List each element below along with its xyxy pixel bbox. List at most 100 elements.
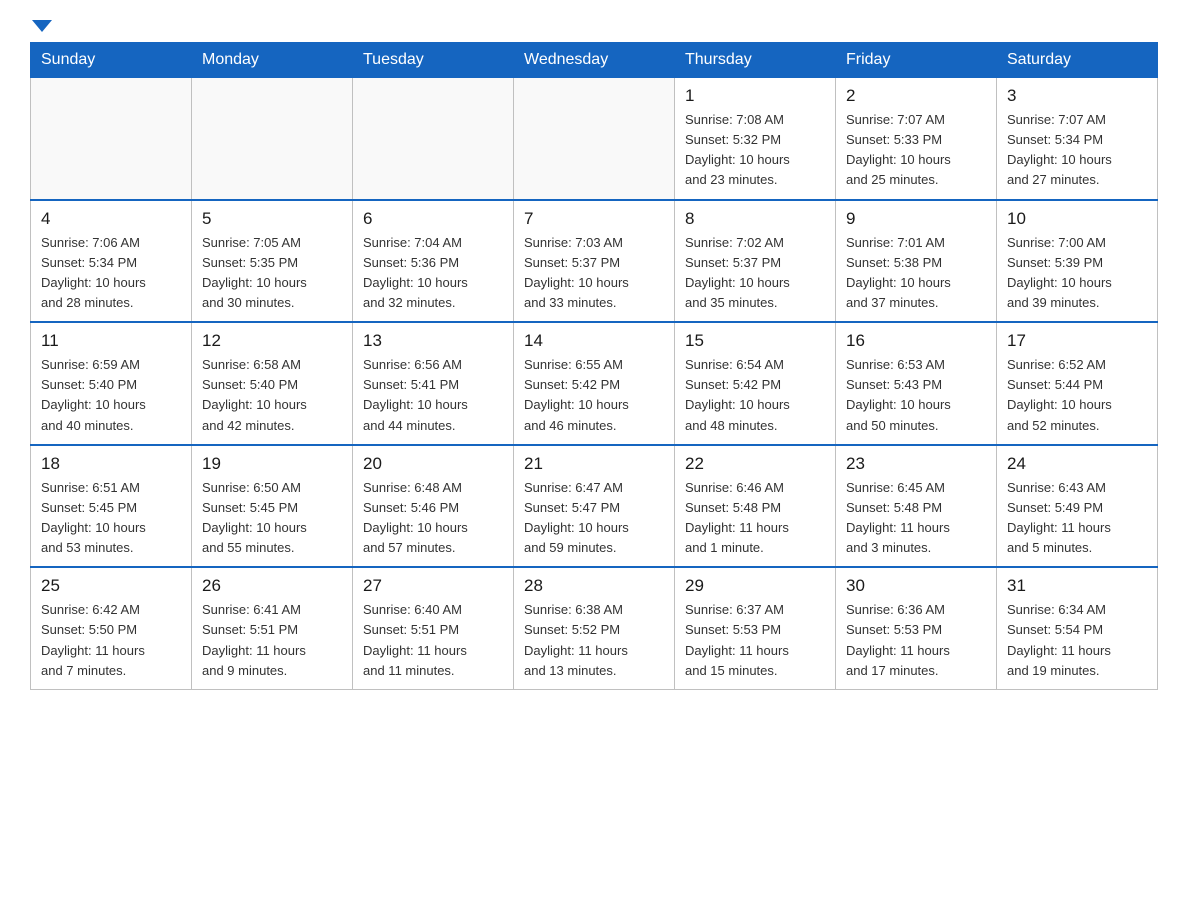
header-friday: Friday: [836, 43, 997, 78]
day-number: 31: [1007, 576, 1147, 596]
day-info: Sunrise: 7:06 AM Sunset: 5:34 PM Dayligh…: [41, 233, 181, 314]
day-info: Sunrise: 7:07 AM Sunset: 5:33 PM Dayligh…: [846, 110, 986, 191]
logo: [30, 20, 52, 32]
calendar-cell: 16 Sunrise: 6:53 AM Sunset: 5:43 PM Dayli…: [836, 322, 997, 445]
calendar-cell: 29 Sunrise: 6:37 AM Sunset: 5:53 PM Dayli…: [675, 567, 836, 689]
day-info: Sunrise: 6:41 AM Sunset: 5:51 PM Dayligh…: [202, 600, 342, 681]
day-number: 28: [524, 576, 664, 596]
calendar-cell: 19Sunrise: 6:50 AM Sunset: 5:45 PM Dayli…: [192, 445, 353, 568]
calendar-cell: 11Sunrise: 6:59 AM Sunset: 5:40 PM Dayli…: [31, 322, 192, 445]
calendar-cell: [31, 78, 192, 200]
calendar-cell: 5Sunrise: 7:05 AM Sunset: 5:35 PM Daylig…: [192, 200, 353, 323]
day-info: Sunrise: 6:59 AM Sunset: 5:40 PM Dayligh…: [41, 355, 181, 436]
header-wednesday: Wednesday: [514, 43, 675, 78]
calendar-cell: 18 Sunrise: 6:51 AM Sunset: 5:45 PM Dayli…: [31, 445, 192, 568]
calendar-cell: 17 Sunrise: 6:52 AM Sunset: 5:44 PM Dayli…: [997, 322, 1158, 445]
day-info: Sunrise: 6:51 AM Sunset: 5:45 PM Dayligh…: [41, 478, 181, 559]
calendar-cell: 25 Sunrise: 6:42 AM Sunset: 5:50 PM Dayli…: [31, 567, 192, 689]
day-number: 14: [524, 331, 664, 351]
calendar-cell: 15Sunrise: 6:54 AM Sunset: 5:42 PM Dayli…: [675, 322, 836, 445]
day-number: 23: [846, 454, 986, 474]
calendar-cell: 10Sunrise: 7:00 AM Sunset: 5:39 PM Dayli…: [997, 200, 1158, 323]
day-info: Sunrise: 7:03 AM Sunset: 5:37 PM Dayligh…: [524, 233, 664, 314]
day-info: Sunrise: 6:42 AM Sunset: 5:50 PM Dayligh…: [41, 600, 181, 681]
day-number: 16: [846, 331, 986, 351]
calendar-cell: 4 Sunrise: 7:06 AM Sunset: 5:34 PM Daylig…: [31, 200, 192, 323]
calendar-cell: 27 Sunrise: 6:40 AM Sunset: 5:51 PM Dayli…: [353, 567, 514, 689]
header-tuesday: Tuesday: [353, 43, 514, 78]
day-info: Sunrise: 6:56 AM Sunset: 5:41 PM Dayligh…: [363, 355, 503, 436]
day-number: 4: [41, 209, 181, 229]
calendar-cell: [192, 78, 353, 200]
day-number: 1: [685, 86, 825, 106]
calendar-cell: 28 Sunrise: 6:38 AM Sunset: 5:52 PM Dayli…: [514, 567, 675, 689]
day-number: 30: [846, 576, 986, 596]
day-info: Sunrise: 6:53 AM Sunset: 5:43 PM Dayligh…: [846, 355, 986, 436]
header-sunday: Sunday: [31, 43, 192, 78]
day-number: 18: [41, 454, 181, 474]
day-number: 22: [685, 454, 825, 474]
day-info: Sunrise: 7:08 AM Sunset: 5:32 PM Dayligh…: [685, 110, 825, 191]
day-number: 6: [363, 209, 503, 229]
calendar-cell: 7 Sunrise: 7:03 AM Sunset: 5:37 PM Daylig…: [514, 200, 675, 323]
day-info: Sunrise: 6:40 AM Sunset: 5:51 PM Dayligh…: [363, 600, 503, 681]
calendar-cell: 20 Sunrise: 6:48 AM Sunset: 5:46 PM Dayli…: [353, 445, 514, 568]
day-info: Sunrise: 6:36 AM Sunset: 5:53 PM Dayligh…: [846, 600, 986, 681]
calendar-header-row: SundayMondayTuesdayWednesdayThursdayFrid…: [31, 43, 1158, 78]
day-number: 12: [202, 331, 342, 351]
calendar-cell: 9Sunrise: 7:01 AM Sunset: 5:38 PM Daylig…: [836, 200, 997, 323]
header-saturday: Saturday: [997, 43, 1158, 78]
calendar-cell: 26 Sunrise: 6:41 AM Sunset: 5:51 PM Dayli…: [192, 567, 353, 689]
day-number: 7: [524, 209, 664, 229]
calendar-cell: 6 Sunrise: 7:04 AM Sunset: 5:36 PM Daylig…: [353, 200, 514, 323]
day-number: 25: [41, 576, 181, 596]
day-number: 20: [363, 454, 503, 474]
calendar-cell: 22 Sunrise: 6:46 AM Sunset: 5:48 PM Dayli…: [675, 445, 836, 568]
day-info: Sunrise: 7:00 AM Sunset: 5:39 PM Dayligh…: [1007, 233, 1147, 314]
calendar-week-3: 11Sunrise: 6:59 AM Sunset: 5:40 PM Dayli…: [31, 322, 1158, 445]
day-info: Sunrise: 6:48 AM Sunset: 5:46 PM Dayligh…: [363, 478, 503, 559]
day-info: Sunrise: 6:46 AM Sunset: 5:48 PM Dayligh…: [685, 478, 825, 559]
calendar-table: SundayMondayTuesdayWednesdayThursdayFrid…: [30, 42, 1158, 690]
calendar-cell: 31 Sunrise: 6:34 AM Sunset: 5:54 PM Dayli…: [997, 567, 1158, 689]
day-info: Sunrise: 6:43 AM Sunset: 5:49 PM Dayligh…: [1007, 478, 1147, 559]
day-info: Sunrise: 6:37 AM Sunset: 5:53 PM Dayligh…: [685, 600, 825, 681]
day-number: 3: [1007, 86, 1147, 106]
calendar-cell: 14Sunrise: 6:55 AM Sunset: 5:42 PM Dayli…: [514, 322, 675, 445]
calendar-week-1: 1 Sunrise: 7:08 AM Sunset: 5:32 PM Daylig…: [31, 78, 1158, 200]
calendar-cell: 23 Sunrise: 6:45 AM Sunset: 5:48 PM Dayli…: [836, 445, 997, 568]
header-monday: Monday: [192, 43, 353, 78]
day-number: 19: [202, 454, 342, 474]
page-header: [30, 20, 1158, 32]
day-number: 15: [685, 331, 825, 351]
calendar-cell: [353, 78, 514, 200]
day-number: 21: [524, 454, 664, 474]
calendar-cell: 12 Sunrise: 6:58 AM Sunset: 5:40 PM Dayli…: [192, 322, 353, 445]
day-number: 8: [685, 209, 825, 229]
day-info: Sunrise: 6:45 AM Sunset: 5:48 PM Dayligh…: [846, 478, 986, 559]
calendar-week-4: 18 Sunrise: 6:51 AM Sunset: 5:45 PM Dayli…: [31, 445, 1158, 568]
day-info: Sunrise: 6:52 AM Sunset: 5:44 PM Dayligh…: [1007, 355, 1147, 436]
day-info: Sunrise: 7:01 AM Sunset: 5:38 PM Dayligh…: [846, 233, 986, 314]
calendar-cell: [514, 78, 675, 200]
calendar-cell: 8 Sunrise: 7:02 AM Sunset: 5:37 PM Daylig…: [675, 200, 836, 323]
day-number: 27: [363, 576, 503, 596]
day-info: Sunrise: 6:47 AM Sunset: 5:47 PM Dayligh…: [524, 478, 664, 559]
day-info: Sunrise: 7:04 AM Sunset: 5:36 PM Dayligh…: [363, 233, 503, 314]
calendar-cell: 3 Sunrise: 7:07 AM Sunset: 5:34 PM Daylig…: [997, 78, 1158, 200]
day-info: Sunrise: 6:58 AM Sunset: 5:40 PM Dayligh…: [202, 355, 342, 436]
day-info: Sunrise: 7:05 AM Sunset: 5:35 PM Dayligh…: [202, 233, 342, 314]
day-info: Sunrise: 6:34 AM Sunset: 5:54 PM Dayligh…: [1007, 600, 1147, 681]
day-info: Sunrise: 7:07 AM Sunset: 5:34 PM Dayligh…: [1007, 110, 1147, 191]
logo-triangle-icon: [32, 20, 52, 32]
day-info: Sunrise: 7:02 AM Sunset: 5:37 PM Dayligh…: [685, 233, 825, 314]
day-number: 26: [202, 576, 342, 596]
calendar-week-2: 4 Sunrise: 7:06 AM Sunset: 5:34 PM Daylig…: [31, 200, 1158, 323]
day-number: 17: [1007, 331, 1147, 351]
calendar-week-5: 25 Sunrise: 6:42 AM Sunset: 5:50 PM Dayli…: [31, 567, 1158, 689]
day-number: 13: [363, 331, 503, 351]
day-info: Sunrise: 6:38 AM Sunset: 5:52 PM Dayligh…: [524, 600, 664, 681]
calendar-cell: 13 Sunrise: 6:56 AM Sunset: 5:41 PM Dayli…: [353, 322, 514, 445]
calendar-cell: 21 Sunrise: 6:47 AM Sunset: 5:47 PM Dayli…: [514, 445, 675, 568]
day-number: 29: [685, 576, 825, 596]
